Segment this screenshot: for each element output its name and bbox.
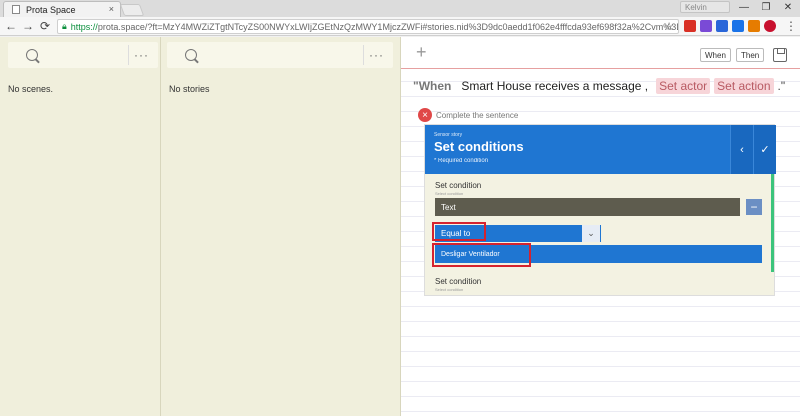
- app: ··· No scenes. ··· No stories + When The…: [0, 37, 800, 416]
- condition-type-field[interactable]: Text: [435, 198, 740, 216]
- reload-button[interactable]: ⟳: [38, 19, 52, 33]
- restore-button[interactable]: ❐: [755, 0, 777, 15]
- condition-label: Set condition: [435, 277, 482, 286]
- remove-condition-button[interactable]: −: [746, 199, 762, 215]
- stories-header: ···: [161, 37, 400, 72]
- stories-search[interactable]: ···: [167, 41, 393, 68]
- panel-header: Sensor story Set conditions * Required c…: [425, 125, 776, 174]
- scenes-search[interactable]: ···: [8, 41, 158, 68]
- profile-badge[interactable]: Kelvin: [680, 1, 730, 13]
- lock-icon: 🔒︎: [62, 21, 67, 31]
- search-icon[interactable]: [185, 48, 197, 61]
- browser-tabstrip: Prota Space × Kelvin — ❐ ✕: [0, 0, 800, 17]
- search-icon[interactable]: [26, 48, 38, 61]
- new-tab-button[interactable]: [119, 4, 145, 16]
- extension-icon[interactable]: [716, 20, 728, 32]
- browser-tab[interactable]: Prota Space ×: [3, 1, 121, 17]
- gmail-extension-icon[interactable]: [684, 20, 696, 32]
- save-icon[interactable]: [773, 48, 787, 62]
- highlight-box-option: [432, 243, 531, 267]
- extension-icon[interactable]: [700, 20, 712, 32]
- scenes-more-button[interactable]: ···: [128, 44, 154, 65]
- condition-sublabel: Select condition: [435, 287, 464, 292]
- panel-small-label: Sensor story: [434, 132, 463, 138]
- stories-empty-text: No stories: [169, 84, 210, 94]
- url-text: prota.space/?ft=MzY4MWZiZTgtNTcyZS00NWYx…: [97, 21, 679, 32]
- set-actor-pill[interactable]: Set actor: [656, 78, 711, 94]
- page-icon: [12, 5, 20, 14]
- add-icon[interactable]: +: [416, 42, 427, 63]
- then-button[interactable]: Then: [736, 48, 765, 62]
- extension-icon[interactable]: [748, 20, 760, 32]
- complete-sentence-label: Complete the sentence: [436, 110, 519, 120]
- story-editor: + When Then "When Smart House receives a…: [401, 37, 800, 416]
- browser-menu-icon[interactable]: ⋮: [785, 19, 797, 33]
- back-button[interactable]: ←: [4, 19, 18, 33]
- editor-toolbar: + When Then: [401, 37, 800, 69]
- active-indicator: [771, 174, 774, 272]
- tab-close-icon[interactable]: ×: [109, 4, 114, 14]
- sentence-when: "When: [413, 79, 452, 93]
- tab-title: Prota Space: [26, 4, 76, 15]
- bookmark-star-icon[interactable]: ☆: [664, 20, 674, 33]
- required-note: * Required condition: [434, 158, 489, 164]
- set-action-pill[interactable]: Set action: [714, 78, 774, 94]
- sentence-end: .": [777, 79, 786, 93]
- condition-label: Set condition: [435, 181, 482, 190]
- set-conditions-panel: Sensor story Set conditions * Required c…: [424, 124, 776, 296]
- close-icon[interactable]: ×: [418, 108, 432, 122]
- complete-sentence-row: × Complete the sentence: [418, 108, 518, 122]
- stories-column: ··· No stories: [161, 37, 401, 416]
- stories-more-button[interactable]: ···: [363, 44, 389, 65]
- browser-toolbar: ← → ⟳ 🔒︎ https:// prota.space/?ft=MzY4MW…: [0, 17, 800, 36]
- minimize-button[interactable]: —: [733, 0, 755, 15]
- panel-title: Set conditions: [434, 139, 524, 154]
- chevron-left-icon[interactable]: ‹: [730, 125, 753, 174]
- forward-button[interactable]: →: [21, 19, 35, 33]
- window-close-button[interactable]: ✕: [777, 0, 799, 15]
- extension-icon[interactable]: [732, 20, 744, 32]
- highlight-box-operator: [432, 222, 486, 241]
- check-icon[interactable]: ✓: [753, 125, 776, 174]
- address-bar[interactable]: 🔒︎ https:// prota.space/?ft=MzY4MWZiZTgt…: [57, 19, 679, 34]
- opera-extension-icon[interactable]: [764, 20, 776, 32]
- chevron-down-icon[interactable]: ⌄: [582, 225, 600, 242]
- scenes-header: ···: [0, 37, 160, 72]
- url-scheme: https://: [70, 21, 98, 32]
- sentence-actor[interactable]: Smart House receives a message ,: [461, 79, 648, 93]
- when-button[interactable]: When: [700, 48, 731, 62]
- condition-sublabel: Select condition: [435, 191, 464, 196]
- scenes-column: ··· No scenes.: [0, 37, 161, 416]
- scenes-empty-text: No scenes.: [8, 84, 54, 94]
- story-sentence: "When Smart House receives a message , S…: [413, 78, 785, 94]
